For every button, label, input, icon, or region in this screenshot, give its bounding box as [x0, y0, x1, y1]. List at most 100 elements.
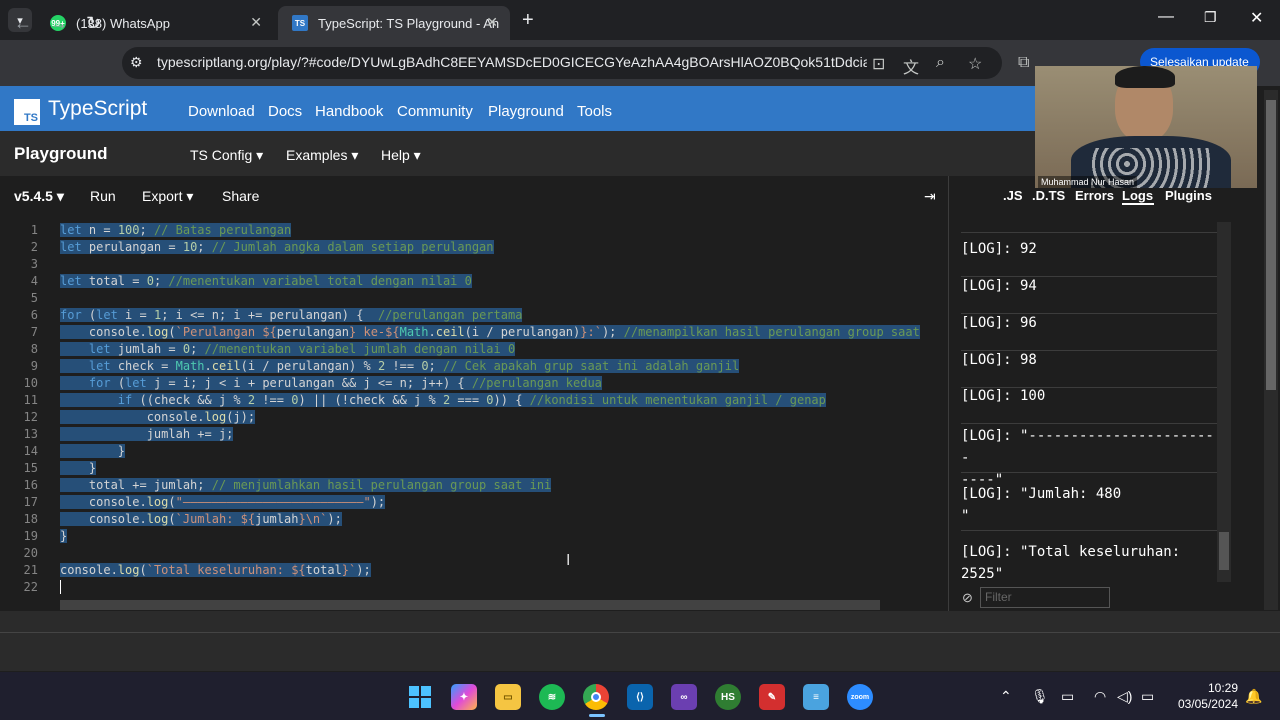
nav-playground[interactable]: Playground	[488, 103, 564, 120]
extensions-icon[interactable]: ⧉	[1018, 54, 1029, 72]
windows-start-icon[interactable]	[407, 684, 433, 710]
file-explorer-icon[interactable]: ▭	[495, 684, 521, 710]
code-line[interactable]: console.log(`Jumlah: ${jumlah}\n`);	[60, 512, 342, 526]
spotify-icon[interactable]: ≋	[539, 684, 565, 710]
code-line[interactable]: for (let j = i; j < i + perulangan && j …	[60, 376, 602, 390]
log-entry: [LOG]: "Jumlah: 480 "	[961, 483, 1219, 531]
clock[interactable]: 10:29 03/05/2024	[1166, 680, 1238, 712]
log-entry: [LOG]: 92	[961, 241, 1219, 277]
code-line[interactable]: let total = 0; //menentukan variabel tot…	[60, 274, 472, 288]
forward-icon[interactable]: →	[50, 13, 68, 34]
bookmark-star-icon[interactable]: ☆	[968, 54, 982, 74]
tab-plugins[interactable]: Plugins	[1165, 188, 1212, 203]
export-menu[interactable]: Export ▾	[142, 188, 193, 205]
log-entry: [LOG]: 96	[961, 315, 1219, 351]
ts-brand[interactable]: TypeScript	[48, 97, 147, 121]
code-line[interactable]: let jumlah = 0; //menentukan variabel ju…	[60, 342, 516, 356]
code-line[interactable]: }	[60, 444, 126, 458]
restore-icon[interactable]: ❐	[1204, 9, 1217, 26]
run-button[interactable]: Run	[90, 188, 116, 204]
log-entry: [LOG]: 94	[961, 278, 1219, 314]
examples-menu[interactable]: Examples ▾	[286, 147, 358, 164]
code-line[interactable]: if ((check && j % 2 !== 0) || (!check &&…	[60, 393, 826, 407]
battery-icon[interactable]: ▭	[1141, 688, 1154, 705]
chrome-icon[interactable]	[583, 684, 609, 710]
status-area	[0, 611, 1280, 671]
tab-logs[interactable]: Logs	[1122, 188, 1153, 203]
close-tab-icon[interactable]: ✕	[486, 14, 498, 31]
nav-handbook[interactable]: Handbook	[315, 103, 383, 120]
code-line[interactable]: jumlah += j;	[60, 427, 234, 441]
nav-download[interactable]: Download	[188, 103, 255, 120]
visual-studio-icon[interactable]: ∞	[671, 684, 697, 710]
playground-bar	[0, 131, 1035, 176]
share-button[interactable]: Share	[222, 188, 259, 204]
person-hair	[1115, 66, 1175, 88]
line-number: 15	[23, 461, 38, 475]
code-line[interactable]: }	[60, 529, 68, 543]
zoom-icon[interactable]: zoom	[847, 684, 873, 710]
close-window-icon[interactable]: ✕	[1250, 8, 1263, 28]
back-icon[interactable]: ←	[14, 13, 32, 34]
line-number: 6	[30, 308, 38, 322]
pdf-reader-icon[interactable]: ✎	[759, 684, 785, 710]
tab-whatsapp[interactable]: 99+ (138) WhatsApp ✕	[36, 6, 274, 40]
copilot-icon[interactable]: ✦	[451, 684, 477, 710]
zoom-icon[interactable]: ⌕	[936, 54, 945, 72]
log-scrollbar[interactable]	[1217, 222, 1231, 582]
site-settings-icon[interactable]: ⚙	[130, 54, 143, 71]
code-line[interactable]	[60, 580, 69, 594]
code-line[interactable]: console.log(j);	[60, 410, 256, 424]
code-line[interactable]: }	[60, 461, 97, 475]
code-line[interactable]: for (let i = 1; i <= n; i += perulangan)…	[60, 308, 523, 322]
volume-icon[interactable]: ◁)	[1117, 688, 1132, 705]
ts-logo-icon[interactable]: TS	[14, 99, 40, 125]
log-entry: [LOG]: 100	[961, 388, 1219, 424]
notepad-icon[interactable]: ≡	[803, 684, 829, 710]
wifi-icon[interactable]: ◠	[1094, 688, 1106, 705]
filter-input[interactable]: Filter	[980, 587, 1110, 608]
nav-docs[interactable]: Docs	[268, 103, 302, 120]
translate-icon[interactable]: 文	[903, 54, 919, 78]
line-number: 11	[23, 393, 38, 407]
url-text[interactable]: typescriptlang.org/play/?#code/DYUwLgBAd…	[157, 54, 867, 70]
code-line[interactable]: let n = 100; // Batas perulangan	[60, 223, 292, 237]
tab-js[interactable]: .JS	[1003, 188, 1023, 203]
code-line[interactable]: let perulangan = 10; // Jumlah angka dal…	[60, 240, 494, 254]
outer-scroll-thumb[interactable]	[1266, 100, 1276, 390]
active-tab-indicator	[1122, 203, 1154, 205]
vscode-icon[interactable]: ⟨⟩	[627, 684, 653, 710]
close-tab-icon[interactable]: ✕	[250, 14, 262, 31]
code-line[interactable]: console.log(`Perulangan ${perulangan} ke…	[60, 325, 920, 339]
clear-logs-icon[interactable]: ⊘	[962, 590, 973, 606]
video-feed	[1035, 66, 1257, 188]
minimize-icon[interactable]: —	[1158, 8, 1174, 26]
code-editor[interactable]: 1 2 3 4 5 6 7 8 9 10 11 12 13 14 15 16 17 18 19 20 21 22 let …	[0, 216, 948, 611]
nav-community[interactable]: Community	[397, 103, 473, 120]
install-icon[interactable]: ⊡	[872, 54, 885, 74]
ts-config-menu[interactable]: TS Config ▾	[190, 147, 263, 164]
tab-ts-playground[interactable]: TS TypeScript: TS Playground - An ✕	[278, 6, 510, 40]
notification-bell-icon[interactable]: 🔔	[1245, 688, 1262, 705]
reload-icon[interactable]: ↻	[86, 13, 101, 34]
divider	[0, 632, 1280, 633]
version-select[interactable]: v5.4.5 ▾	[14, 188, 64, 205]
log-scroll-thumb[interactable]	[1219, 532, 1229, 570]
show-hidden-icons[interactable]: ⌃	[1000, 688, 1012, 705]
help-menu[interactable]: Help ▾	[381, 147, 421, 164]
tab-dts[interactable]: .D.TS	[1032, 188, 1065, 203]
line-number: 1	[30, 223, 38, 237]
horizontal-scrollbar[interactable]	[60, 600, 880, 610]
code-line[interactable]: console.log(`Total keseluruhan: ${total}…	[60, 563, 371, 577]
microphone-icon[interactable]: 🎙	[1031, 688, 1049, 705]
typescript-icon: TS	[292, 15, 308, 31]
new-tab-button[interactable]: +	[522, 9, 534, 32]
code-line[interactable]: console.log("—————————————————————————")…	[60, 495, 386, 509]
tab-errors[interactable]: Errors	[1075, 188, 1114, 203]
code-line[interactable]: total += jumlah; // menjumlahkan hasil p…	[60, 478, 552, 492]
hs-app-icon[interactable]: HS	[715, 684, 741, 710]
nav-tools[interactable]: Tools	[577, 103, 612, 120]
code-line[interactable]: let check = Math.ceil(i / perulangan) % …	[60, 359, 740, 373]
expand-icon[interactable]: ⇥	[924, 188, 936, 205]
display-icon[interactable]: ▭	[1061, 688, 1074, 705]
